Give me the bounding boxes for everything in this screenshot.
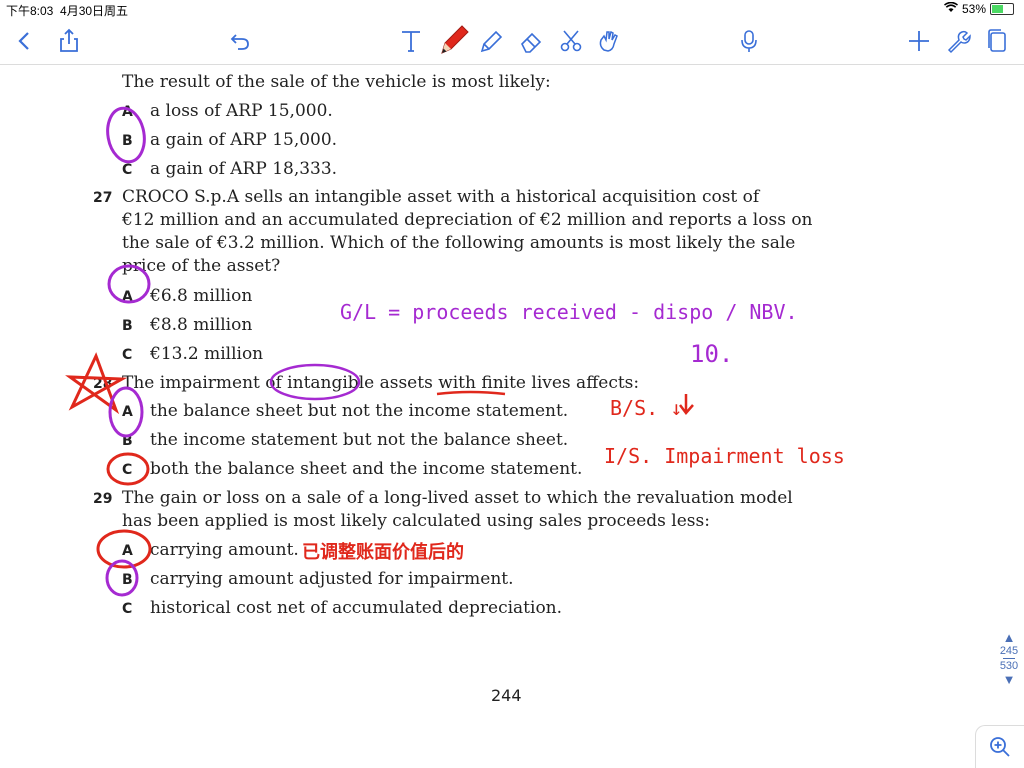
back-icon[interactable]	[10, 26, 40, 56]
toolbar	[0, 18, 1024, 65]
current-page: 245	[999, 645, 1019, 657]
add-icon[interactable]	[904, 26, 934, 56]
ink-strokes	[65, 106, 694, 597]
status-date: 4月30日周五	[60, 4, 129, 18]
ink-note-chinese: 已调整账面价值后的	[302, 542, 464, 563]
battery-icon	[990, 3, 1014, 15]
status-time: 下午8:03 4月30日周五	[6, 4, 129, 18]
ink-note-is: I/S. Impairment loss	[604, 444, 845, 468]
undo-icon[interactable]	[225, 26, 255, 56]
status-bar: 下午8:03 4月30日周五 53%	[0, 0, 1024, 18]
total-pages: 530	[999, 660, 1019, 672]
lasso-hand-icon[interactable]	[594, 26, 624, 56]
battery-percent: 53%	[961, 2, 986, 16]
wrench-icon[interactable]	[943, 26, 973, 56]
ink-note-value: 10.	[690, 340, 734, 368]
ink-note-bs: B/S. ↓	[610, 396, 683, 420]
pen-icon[interactable]	[434, 20, 472, 60]
scissors-icon[interactable]	[556, 26, 586, 56]
document-page: The result of the sale of the vehicle is…	[0, 64, 1024, 768]
status-right: 53%	[943, 1, 1014, 16]
microphone-icon[interactable]	[734, 26, 764, 56]
eraser-icon[interactable]	[516, 26, 546, 56]
page-scroll-indicator[interactable]: ▲ 245 530 ▼	[998, 630, 1020, 687]
ink-note-formula: G/L = proceeds received - dispo / NBV.	[340, 300, 798, 324]
scroll-down-icon[interactable]: ▼	[998, 672, 1020, 687]
page-icon[interactable]	[982, 26, 1012, 56]
highlighter-icon[interactable]	[476, 26, 506, 56]
share-icon[interactable]	[54, 26, 84, 56]
text-tool-icon[interactable]	[396, 26, 426, 56]
page-number: 244	[491, 686, 522, 705]
scroll-up-icon[interactable]: ▲	[998, 630, 1020, 645]
zoom-in-icon	[990, 737, 1010, 757]
wifi-icon	[943, 1, 958, 16]
page-divider	[1003, 658, 1015, 659]
zoom-button[interactable]	[975, 725, 1024, 768]
